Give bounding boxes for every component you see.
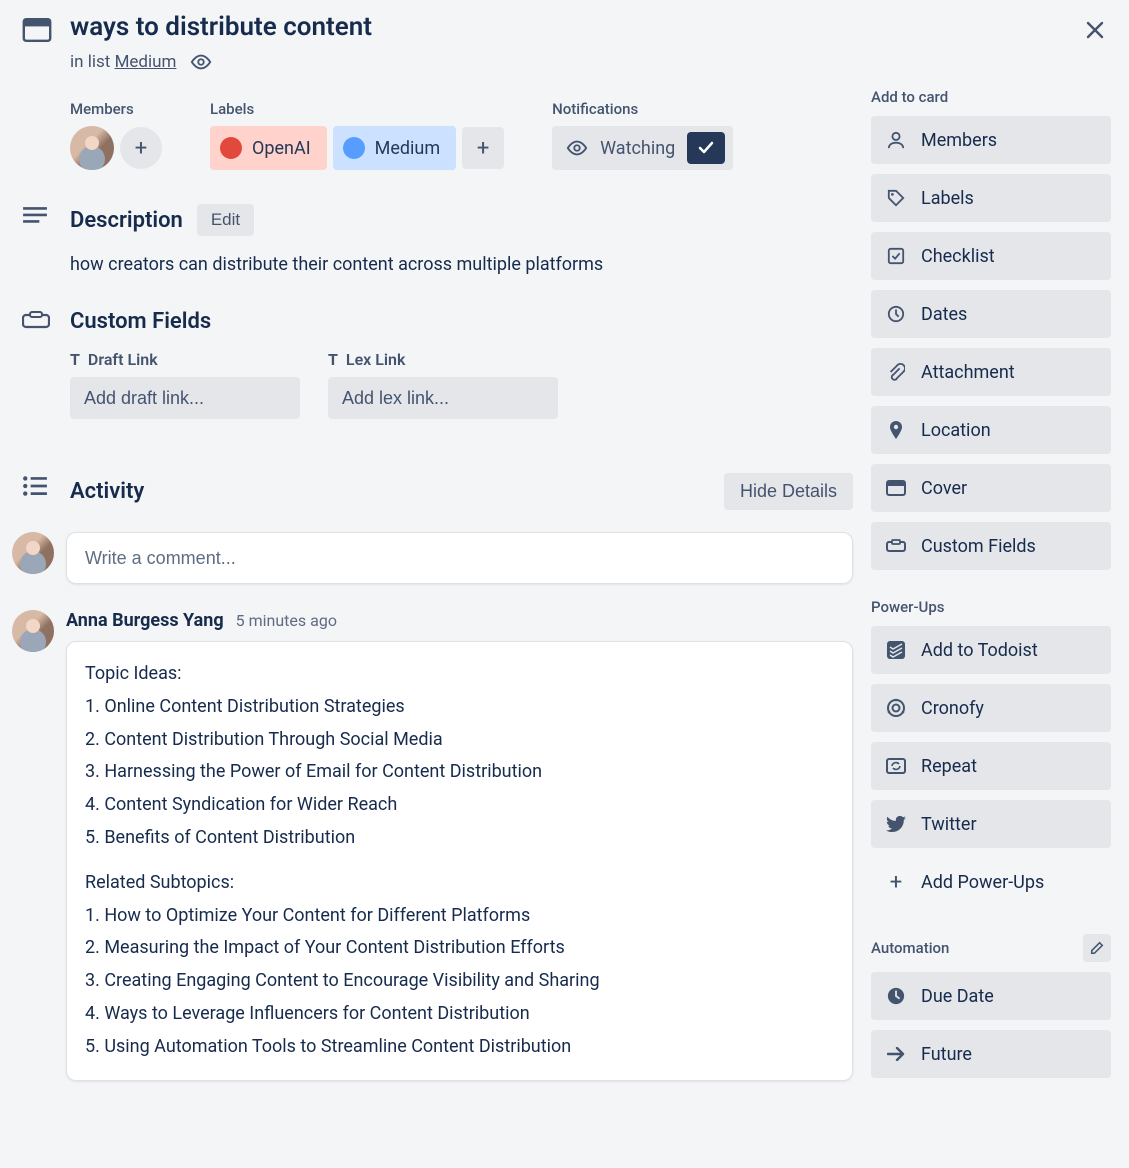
- watching-toggle[interactable]: Watching: [552, 126, 733, 170]
- add-member-button[interactable]: +: [120, 127, 162, 169]
- cover-icon: [885, 480, 907, 496]
- clock-icon: [885, 305, 907, 323]
- sidebar-location-button[interactable]: Location: [871, 406, 1111, 454]
- member-avatar[interactable]: [70, 126, 114, 170]
- label-openai[interactable]: OpenAI: [210, 126, 327, 170]
- add-label-button[interactable]: +: [462, 127, 504, 169]
- notifications-heading: Notifications: [552, 100, 733, 118]
- sidebar-item-label: Labels: [921, 188, 974, 209]
- in-list-prefix: in list: [70, 52, 115, 72]
- person-icon: [885, 131, 907, 149]
- location-icon: [885, 420, 907, 440]
- custom-fields-icon: [885, 539, 907, 553]
- edit-automation-button[interactable]: [1083, 934, 1111, 962]
- close-button[interactable]: [1079, 14, 1111, 46]
- dot-icon: [343, 137, 365, 159]
- sidebar-due-date-button[interactable]: Due Date: [871, 972, 1111, 1020]
- todoist-icon: [885, 641, 907, 659]
- text-icon: T: [328, 350, 338, 369]
- list-link[interactable]: Medium: [115, 52, 177, 72]
- checklist-icon: [885, 247, 907, 265]
- sidebar-custom-fields-button[interactable]: Custom Fields: [871, 522, 1111, 570]
- labels-heading: Labels: [210, 100, 504, 118]
- description-heading: Description: [70, 208, 183, 233]
- sidebar-item-label: Dates: [921, 304, 967, 325]
- comment-input[interactable]: [66, 532, 853, 584]
- sidebar-labels-button[interactable]: Labels: [871, 174, 1111, 222]
- sidebar-add-powerups-button[interactable]: + Add Power-Ups: [871, 858, 1111, 906]
- description-icon: [22, 206, 52, 236]
- cf-draft-label: Draft Link: [88, 350, 158, 369]
- comment-body: Topic Ideas: 1. Online Content Distribut…: [66, 641, 853, 1081]
- sidebar-item-label: Future: [921, 1044, 972, 1065]
- comment-author[interactable]: Anna Burgess Yang: [66, 610, 224, 631]
- clock-solid-icon: [885, 987, 907, 1005]
- sidebar-item-label: Location: [921, 420, 991, 441]
- activity-icon: [22, 475, 52, 510]
- sidebar-twitter-button[interactable]: Twitter: [871, 800, 1111, 848]
- automation-heading: Automation: [871, 939, 949, 957]
- notifications-group: Notifications Watching: [552, 100, 733, 170]
- hide-details-button[interactable]: Hide Details: [724, 473, 853, 510]
- add-to-card-heading: Add to card: [871, 88, 1111, 106]
- edit-description-button[interactable]: Edit: [197, 204, 254, 236]
- powerups-heading: Power-Ups: [871, 598, 1111, 616]
- activity-heading: Activity: [70, 479, 144, 504]
- dot-icon: [220, 137, 242, 159]
- text-icon: T: [70, 350, 80, 369]
- custom-fields-heading: Custom Fields: [70, 309, 211, 334]
- sidebar-item-label: Add Power-Ups: [921, 872, 1044, 893]
- sidebar-attachment-button[interactable]: Attachment: [871, 348, 1111, 396]
- members-heading: Members: [70, 100, 162, 118]
- label-text: OpenAI: [252, 138, 311, 159]
- label-text: Medium: [375, 138, 441, 159]
- draft-link-input[interactable]: [70, 377, 300, 419]
- sidebar-repeat-button[interactable]: Repeat: [871, 742, 1111, 790]
- eye-icon: [566, 140, 588, 156]
- paperclip-icon: [885, 363, 907, 381]
- sidebar-cover-button[interactable]: Cover: [871, 464, 1111, 512]
- comment-author-avatar[interactable]: [12, 610, 54, 652]
- arrow-right-icon: [885, 1047, 907, 1061]
- repeat-icon: [885, 758, 907, 774]
- sidebar-item-label: Due Date: [921, 986, 994, 1007]
- card-icon: [22, 18, 52, 42]
- tag-icon: [885, 189, 907, 207]
- sidebar-members-button[interactable]: Members: [871, 116, 1111, 164]
- current-user-avatar[interactable]: [12, 532, 54, 574]
- sidebar-item-label: Cover: [921, 478, 967, 499]
- sidebar-future-button[interactable]: Future: [871, 1030, 1111, 1078]
- close-icon: [1085, 20, 1105, 40]
- watching-label: Watching: [600, 138, 675, 159]
- sidebar-item-label: Members: [921, 130, 997, 151]
- sidebar-item-label: Twitter: [921, 814, 977, 835]
- sidebar-checklist-button[interactable]: Checklist: [871, 232, 1111, 280]
- description-text: how creators can distribute their conten…: [70, 254, 853, 275]
- cronofy-icon: [885, 698, 907, 718]
- custom-field-draft: T Draft Link: [70, 350, 300, 419]
- sidebar-dates-button[interactable]: Dates: [871, 290, 1111, 338]
- card-title: ways to distribute content: [70, 12, 372, 42]
- labels-group: Labels OpenAI Medium +: [210, 100, 504, 170]
- sidebar-item-label: Add to Todoist: [921, 640, 1038, 661]
- sidebar-item-label: Repeat: [921, 756, 977, 777]
- plus-icon: +: [885, 870, 907, 895]
- cf-lex-label: Lex Link: [346, 350, 406, 369]
- twitter-icon: [885, 816, 907, 833]
- sidebar-item-label: Custom Fields: [921, 536, 1036, 557]
- sidebar-item-label: Attachment: [921, 362, 1015, 383]
- sidebar-item-label: Cronofy: [921, 698, 984, 719]
- members-group: Members +: [70, 100, 162, 170]
- sidebar-item-label: Checklist: [921, 246, 995, 267]
- check-icon: [687, 132, 725, 164]
- lex-link-input[interactable]: [328, 377, 558, 419]
- eye-icon: [190, 54, 212, 70]
- sidebar-cronofy-button[interactable]: Cronofy: [871, 684, 1111, 732]
- sidebar-todoist-button[interactable]: Add to Todoist: [871, 626, 1111, 674]
- pencil-icon: [1090, 941, 1104, 955]
- label-medium[interactable]: Medium: [333, 126, 457, 170]
- comment-time: 5 minutes ago: [236, 611, 337, 630]
- custom-field-lex: T Lex Link: [328, 350, 558, 419]
- custom-fields-icon: [22, 311, 52, 334]
